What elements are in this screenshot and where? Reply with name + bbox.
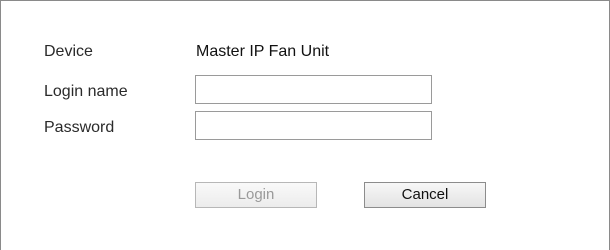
password-label: Password [44, 119, 115, 136]
device-label: Device [44, 43, 93, 60]
password-input[interactable] [195, 111, 432, 140]
device-value: Master IP Fan Unit [196, 43, 330, 60]
login-button[interactable]: Login [195, 182, 317, 208]
cancel-button[interactable]: Cancel [364, 182, 486, 208]
login-name-label: Login name [44, 83, 128, 100]
login-name-input[interactable] [195, 75, 432, 104]
login-dialog: Device Master IP Fan Unit Login name Pas… [0, 0, 610, 250]
